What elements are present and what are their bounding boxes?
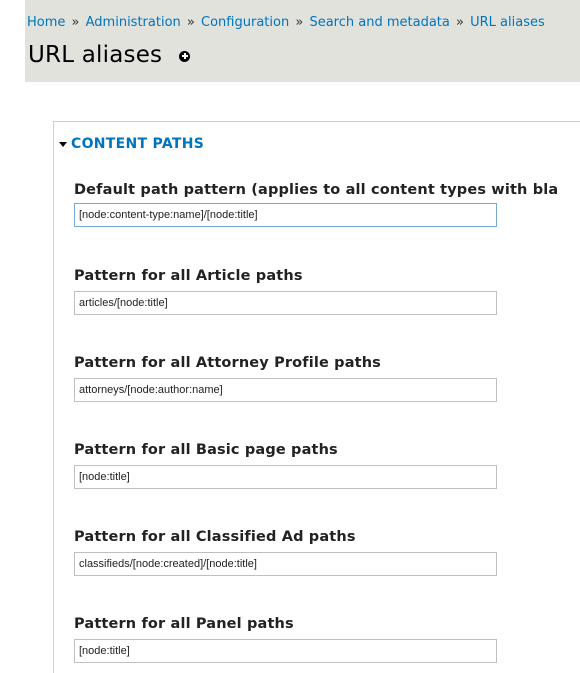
field-label: Pattern for all Classified Ad paths (74, 529, 356, 545)
basic-page-pattern-field: Pattern for all Basic page paths [node:t… (74, 442, 497, 489)
field-label: Pattern for all Basic page paths (74, 442, 338, 458)
fieldset-legend: CONTENT PATHS (71, 136, 205, 152)
breadcrumb-administration[interactable]: Administration (86, 15, 181, 30)
field-label: Default path pattern (applies to all con… (74, 182, 559, 198)
breadcrumb-url-aliases[interactable]: URL aliases (470, 15, 545, 30)
article-pattern-input[interactable]: articles/[node:title] (74, 291, 497, 315)
field-label: Pattern for all Attorney Profile paths (74, 355, 381, 371)
breadcrumb-home[interactable]: Home (27, 15, 65, 30)
default-pattern-field: Default path pattern (applies to all con… (74, 182, 559, 227)
page: Home » Administration » Configuration » … (0, 0, 580, 673)
add-shortcut-icon[interactable] (179, 50, 191, 62)
collapse-arrow-icon (59, 141, 67, 147)
field-label: Pattern for all Article paths (74, 268, 303, 284)
breadcrumb-separator: » (71, 15, 80, 30)
attorney-profile-pattern-input[interactable]: attorneys/[node:author:name] (74, 378, 497, 402)
classified-ad-pattern-field: Pattern for all Classified Ad paths clas… (74, 529, 497, 576)
page-title: URL aliases (28, 42, 163, 68)
breadcrumb-separator: » (456, 15, 464, 30)
page-header: Home » Administration » Configuration » … (25, 0, 580, 82)
attorney-profile-pattern-field: Pattern for all Attorney Profile paths a… (74, 355, 497, 402)
content-paths-fieldset: CONTENT PATHS Default path pattern (appl… (53, 121, 580, 673)
panel-pattern-input[interactable]: [node:title] (74, 639, 497, 663)
content-paths-toggle[interactable]: CONTENT PATHS (59, 136, 204, 152)
breadcrumb-search-and-metadata[interactable]: Search and metadata (309, 15, 449, 30)
breadcrumb-separator: » (295, 15, 304, 30)
article-pattern-field: Pattern for all Article paths articles/[… (74, 268, 497, 315)
default-pattern-input[interactable]: [node:content-type:name]/[node:title] (74, 203, 497, 227)
breadcrumb-configuration[interactable]: Configuration (201, 15, 289, 30)
breadcrumb: Home » Administration » Configuration » … (27, 15, 545, 30)
classified-ad-pattern-input[interactable]: classifieds/[node:created]/[node:title] (74, 552, 497, 576)
title-row: URL aliases (28, 42, 191, 68)
field-label: Pattern for all Panel paths (74, 616, 294, 632)
panel-pattern-field: Pattern for all Panel paths [node:title] (74, 616, 497, 663)
basic-page-pattern-input[interactable]: [node:title] (74, 465, 497, 489)
breadcrumb-separator: » (186, 15, 195, 30)
